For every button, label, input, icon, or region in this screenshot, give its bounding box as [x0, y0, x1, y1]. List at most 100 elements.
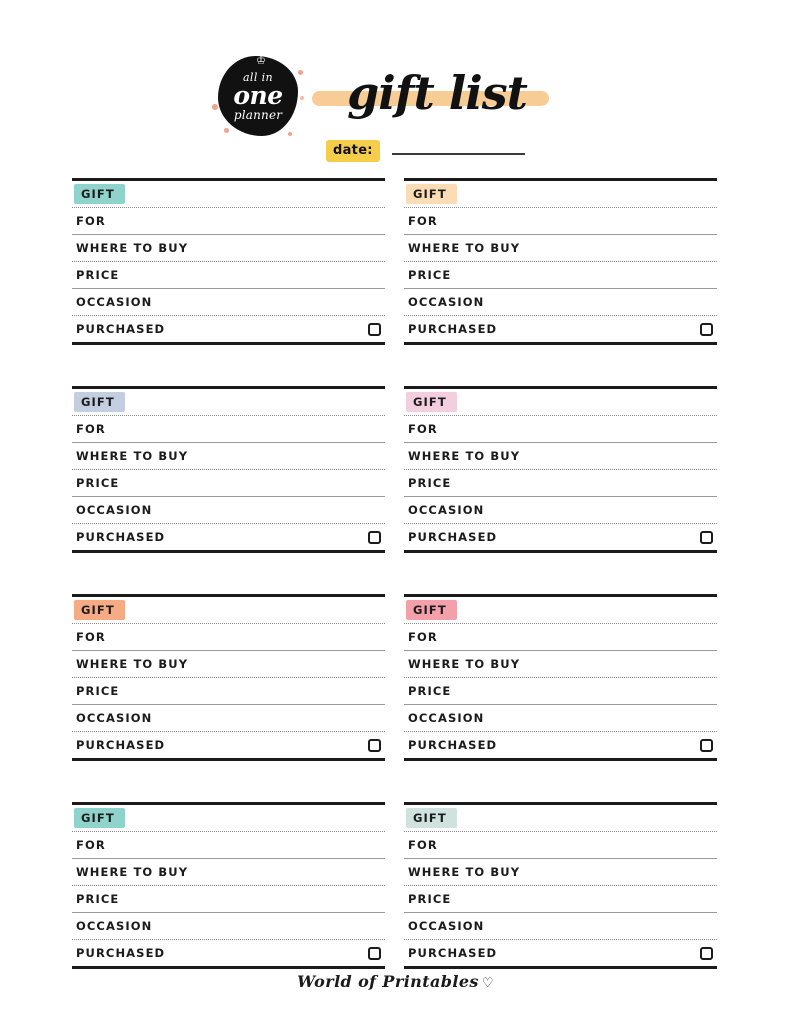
- gift-card-row-where-to-buy[interactable]: WHERE TO BUY: [72, 235, 385, 262]
- date-field[interactable]: date:: [326, 140, 525, 162]
- gift-card-row-price[interactable]: PRICE: [72, 262, 385, 289]
- gift-card-row-price[interactable]: PRICE: [404, 886, 717, 913]
- page-header: ♔ all in one planner gift list date:: [0, 22, 791, 142]
- logo-decor-dot: [288, 132, 292, 136]
- purchased-checkbox[interactable]: [368, 323, 381, 336]
- gift-card-row-purchased[interactable]: PURCHASED: [404, 316, 717, 342]
- gift-card: GIFTFOR WHERE TO BUY PRICE OCCASION PURCHASE…: [72, 386, 385, 553]
- gift-card-row-price[interactable]: PRICE: [72, 886, 385, 913]
- date-write-line[interactable]: [392, 153, 525, 155]
- gift-card-row-occasion[interactable]: OCCASION: [404, 289, 717, 316]
- gift-card-row-gift[interactable]: GIFT: [404, 805, 717, 832]
- gift-card: GIFT FOR WHERE TO BUY PRICE OCCASION PURCHASE…: [72, 802, 385, 969]
- gift-card-row-gift[interactable]: GIFT: [404, 389, 717, 416]
- gift-card-row-price[interactable]: PRICE: [72, 678, 385, 705]
- label-where-to-buy: WHERE TO BUY: [72, 449, 188, 463]
- label-where-to-buy: WHERE TO BUY: [72, 865, 188, 879]
- footer-brand: World of Printables♡: [0, 972, 791, 991]
- label-price: PRICE: [72, 892, 119, 906]
- purchased-checkbox[interactable]: [700, 323, 713, 336]
- gift-card-row-where-to-buy[interactable]: WHERE TO BUY: [72, 651, 385, 678]
- label-where-to-buy: WHERE TO BUY: [72, 657, 188, 671]
- label-gift: GIFT: [74, 808, 125, 828]
- gift-card-row-where-to-buy[interactable]: WHERE TO BUY: [404, 859, 717, 886]
- gift-card-row-for[interactable]: FOR: [72, 832, 385, 859]
- gift-card: GIFT FOR WHERE TO BUY PRICE OCCASION PURCHASE…: [72, 594, 385, 761]
- gift-card-row-purchased[interactable]: PURCHASED: [72, 940, 385, 966]
- footer-brand-text: World of Printables: [297, 972, 479, 991]
- gift-card: GIFT FOR WHERE TO BUY PRICEOCCASIONPURCHASE…: [404, 802, 717, 969]
- gift-card-row-purchased[interactable]: PURCHASED: [72, 732, 385, 758]
- gift-card-row-for[interactable]: FOR: [72, 416, 385, 443]
- label-occasion: OCCASION: [404, 711, 484, 725]
- gift-card-row-purchased[interactable]: PURCHASED: [404, 732, 717, 758]
- crown-icon: ♔: [256, 54, 266, 67]
- gift-card-row-gift[interactable]: GIFT: [404, 181, 717, 208]
- gift-card-row-where-to-buy[interactable]: WHERE TO BUY: [72, 859, 385, 886]
- gift-card-row-occasion[interactable]: OCCASION: [72, 497, 385, 524]
- gift-card-row-purchased[interactable]: PURCHASED: [404, 524, 717, 550]
- gift-card-row-where-to-buy[interactable]: WHERE TO BUY: [404, 651, 717, 678]
- gift-card-row-purchased[interactable]: PURCHASED: [404, 940, 717, 966]
- page-title: gift list: [312, 62, 552, 124]
- logo-decor-dot: [212, 104, 218, 110]
- gift-card: GIFT FOR WHERE TO BUY PRICE OCCASION PURCHASE…: [404, 178, 717, 345]
- gift-card-row-where-to-buy[interactable]: WHERE TO BUY: [404, 235, 717, 262]
- purchased-checkbox[interactable]: [700, 739, 713, 752]
- label-price: PRICE: [72, 684, 119, 698]
- label-purchased: PURCHASED: [404, 322, 497, 336]
- label-purchased: PURCHASED: [72, 322, 165, 336]
- gift-card-row-occasion[interactable]: OCCASION: [72, 705, 385, 732]
- label-for: FOR: [72, 214, 106, 228]
- gift-card-row-gift[interactable]: GIFT: [72, 389, 385, 416]
- purchased-checkbox[interactable]: [700, 531, 713, 544]
- label-for: FOR: [404, 214, 438, 228]
- gift-card-row-gift[interactable]: GIFT: [404, 597, 717, 624]
- label-occasion: OCCASION: [72, 919, 152, 933]
- gift-card-row-occasion[interactable]: OCCASION: [404, 705, 717, 732]
- label-occasion: OCCASION: [404, 503, 484, 517]
- gift-card-row-occasion[interactable]: OCCASION: [404, 913, 717, 940]
- purchased-checkbox[interactable]: [368, 739, 381, 752]
- gift-card: GIFT FOR WHERE TO BUYPRICEOCCASION PURCHASE…: [72, 178, 385, 345]
- logo-decor-dot: [298, 70, 303, 75]
- gift-card-row-purchased[interactable]: PURCHASED: [72, 524, 385, 550]
- gift-card-row-occasion[interactable]: OCCASION: [72, 289, 385, 316]
- label-for: FOR: [72, 838, 106, 852]
- gift-card-row-for[interactable]: FOR: [404, 208, 717, 235]
- gift-card-row-where-to-buy[interactable]: WHERE TO BUY: [72, 443, 385, 470]
- purchased-checkbox[interactable]: [700, 947, 713, 960]
- label-price: PRICE: [404, 268, 451, 282]
- gift-card-row-where-to-buy[interactable]: WHERE TO BUY: [404, 443, 717, 470]
- label-occasion: OCCASION: [404, 295, 484, 309]
- label-for: FOR: [404, 422, 438, 436]
- gift-card-row-for[interactable]: FOR: [72, 208, 385, 235]
- label-gift: GIFT: [406, 808, 457, 828]
- gift-card-row-gift[interactable]: GIFT: [72, 805, 385, 832]
- gift-card-row-occasion[interactable]: OCCASION: [72, 913, 385, 940]
- gift-card-row-purchased[interactable]: PURCHASED: [72, 316, 385, 342]
- gift-card-row-gift[interactable]: GIFT: [72, 597, 385, 624]
- gift-card-row-price[interactable]: PRICE: [72, 470, 385, 497]
- gift-card-row-price[interactable]: PRICE: [404, 678, 717, 705]
- label-occasion: OCCASION: [72, 503, 152, 517]
- label-gift: GIFT: [74, 600, 125, 620]
- label-purchased: PURCHASED: [404, 738, 497, 752]
- gift-card-row-price[interactable]: PRICE: [404, 262, 717, 289]
- gift-card-row-for[interactable]: FOR: [72, 624, 385, 651]
- gift-card-row-for[interactable]: FOR: [404, 624, 717, 651]
- label-occasion: OCCASION: [72, 711, 152, 725]
- gift-card-row-price[interactable]: PRICE: [404, 470, 717, 497]
- gift-card-row-occasion[interactable]: OCCASION: [404, 497, 717, 524]
- label-where-to-buy: WHERE TO BUY: [404, 865, 520, 879]
- label-purchased: PURCHASED: [72, 530, 165, 544]
- gift-card-row-for[interactable]: FOR: [404, 416, 717, 443]
- label-where-to-buy: WHERE TO BUY: [404, 657, 520, 671]
- gift-card-row-gift[interactable]: GIFT: [72, 181, 385, 208]
- purchased-checkbox[interactable]: [368, 947, 381, 960]
- label-where-to-buy: WHERE TO BUY: [404, 449, 520, 463]
- purchased-checkbox[interactable]: [368, 531, 381, 544]
- gift-card-row-for[interactable]: FOR: [404, 832, 717, 859]
- all-in-one-planner-logo: ♔ all in one planner: [212, 52, 304, 144]
- logo-decor-dot: [224, 128, 229, 133]
